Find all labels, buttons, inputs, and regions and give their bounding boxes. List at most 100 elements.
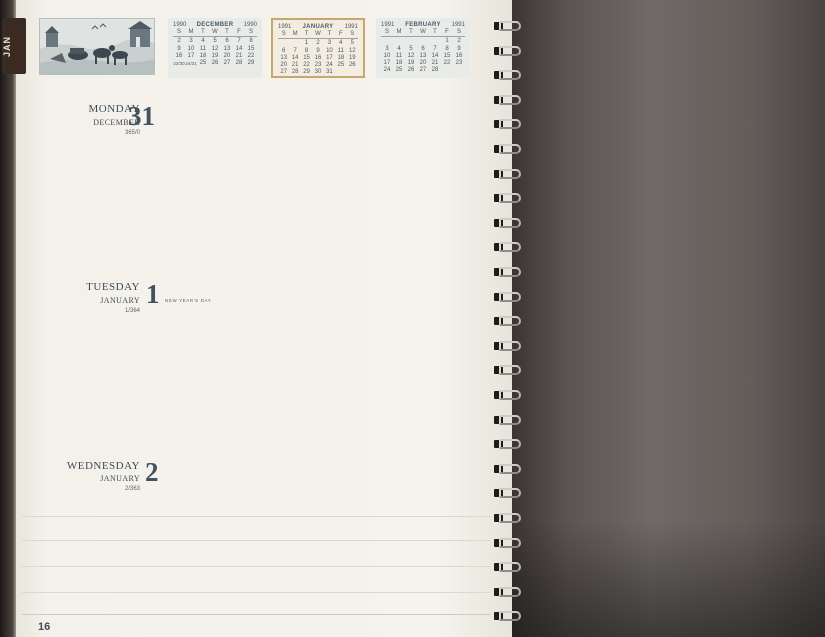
calendar-week-row: 3 4 5 6 7 8 9 — [381, 46, 465, 53]
mini-calendar-year: 1991 — [381, 22, 395, 28]
spiral-coil — [494, 438, 522, 450]
calendar-date: 28 — [291, 69, 299, 76]
day-month: JANUARY — [100, 474, 140, 483]
mini-calendar-month: DECEMBER — [196, 22, 234, 28]
calendar-date: 10 — [326, 47, 333, 54]
calendar-date — [441, 67, 453, 74]
calendar-date: 15 — [303, 54, 310, 61]
calendar-date: 27 — [280, 69, 288, 76]
spiral-coil — [494, 241, 522, 253]
calendar-week-row: 27 28 29 30 31 — [278, 69, 358, 76]
calendar-week-row: 16 17 18 19 20 21 22 — [173, 53, 257, 60]
spiral-coil — [494, 610, 522, 622]
calendar-week-row: 6 7 8 9 10 11 12 — [278, 48, 358, 55]
mini-calendar-grid: 2 3 4 5 6 7 8 9 10 11 12 13 14 15 16 17 18 19 20 21 22 23/30 2… — [173, 38, 257, 67]
calendar-date: 27 — [419, 67, 427, 74]
day-weekday: WEDNESDAY — [66, 460, 140, 472]
spiral-coil — [494, 118, 522, 130]
calendar-date: 25 — [395, 67, 403, 74]
weekday-letter: F — [237, 29, 241, 35]
calendar-date: 25 — [199, 60, 207, 67]
calendar-date: 6 — [225, 38, 229, 45]
calendar-date: 21 — [235, 52, 243, 59]
mini-calendar-weekdays: SMTWTFS — [278, 31, 358, 40]
calendar-date: 30 — [314, 69, 322, 76]
calendar-date: 12 — [211, 45, 219, 52]
calendar-date: 13 — [419, 52, 427, 59]
calendar-date: 19 — [348, 54, 356, 61]
calendar-date: 24 — [326, 62, 333, 69]
weekday-letter: S — [384, 29, 389, 35]
calendar-date: 20 — [419, 60, 427, 67]
spiral-coil — [494, 291, 522, 303]
mini-calendar-grid: 1 2 3 4 5 6 7 8 9 10 11 12 13 14 15 16 17 18 19 20 21 22 23 24 2… — [278, 40, 358, 76]
mini-calendar-year: 1991 — [344, 24, 358, 30]
weekday-letter: W — [420, 29, 426, 35]
calendar-date: 23 — [314, 62, 322, 69]
mini-calendar-year: 1991 — [278, 24, 292, 30]
calendar-date: 13 — [223, 45, 231, 52]
calendar-date: 20 — [223, 52, 231, 59]
page-footer-line — [22, 614, 490, 615]
calendar-date: 14 — [291, 54, 299, 61]
calendar-date: 26 — [407, 67, 415, 74]
calendar-date: 18 — [199, 52, 207, 59]
calendar-week-row: 13 14 15 16 17 18 19 — [278, 55, 358, 62]
spiral-coil — [494, 45, 522, 57]
calendar-date: 3 — [327, 40, 332, 47]
spiral-coil — [494, 364, 522, 376]
calendar-date: 22 — [303, 62, 310, 69]
day-number: 2 — [145, 457, 159, 487]
calendar-date: 26 — [211, 60, 219, 67]
calendar-date: 17 — [383, 60, 391, 67]
calendar-week-row: 20 21 22 23 24 25 26 — [278, 62, 358, 69]
weekday-letter: F — [445, 29, 449, 35]
calendar-date: 22 — [247, 52, 255, 59]
calendar-date: 16 — [455, 52, 463, 59]
calendar-date: 24 — [383, 67, 391, 74]
spiral-coil — [494, 487, 522, 499]
planner-page — [16, 0, 516, 637]
calendar-date — [278, 40, 289, 47]
calendar-date: 5 — [213, 38, 217, 45]
calendar-date: 15 — [443, 52, 451, 59]
calendar-date: 2 — [177, 38, 181, 45]
weekday-letter: F — [339, 31, 343, 37]
weekday-letter: M — [188, 29, 194, 35]
calendar-date: 10 — [383, 52, 391, 59]
calendar-date: 7 — [237, 38, 241, 45]
writing-line — [22, 540, 490, 541]
calendar-date: 4 — [397, 45, 401, 52]
weekday-letter: S — [281, 31, 286, 37]
calendar-date: 9 — [316, 47, 320, 54]
calendar-date: 15 — [247, 45, 255, 52]
mini-calendar-month: FEBRUARY — [405, 22, 441, 28]
mini-calendar-january: 1991 JANUARY 1991 SMTWTFS 1 2 3 4 5 6 7 8 9 10 11 1… — [271, 18, 365, 78]
month-tab[interactable]: JAN — [2, 18, 26, 74]
weekday-letter: S — [248, 29, 253, 35]
calendar-date — [289, 40, 300, 47]
calendar-date: 5 — [409, 45, 413, 52]
mini-calendar-year: 1991 — [451, 22, 465, 28]
calendar-week-row: 24 25 26 27 28 — [381, 67, 465, 74]
calendar-week-row: 12 — [381, 38, 465, 45]
calendar-date: 16 — [175, 52, 183, 59]
weekday-letter: M — [292, 31, 298, 37]
spiral-coil — [494, 389, 522, 401]
calendar-date — [381, 38, 393, 45]
calendar-date: 11 — [337, 47, 344, 54]
spiral-coil — [494, 315, 522, 327]
calendar-date: 7 — [293, 47, 297, 54]
weekday-letter: S — [176, 29, 181, 35]
winter-sleigh-illustration — [39, 18, 155, 75]
calendar-week-row: 2 3 4 5 6 7 8 — [173, 38, 257, 45]
calendar-week-row: 10 11 12 13 14 15 16 — [381, 53, 465, 60]
notebook-cover — [512, 0, 825, 637]
mini-calendar-february: 1991 FEBRUARY 1991 SMTWTFS 1 2 3 4 5 6 7 8 9 10 11… — [376, 18, 470, 78]
calendar-date: 8 — [304, 47, 309, 54]
calendar-date: 8 — [445, 45, 449, 52]
calendar-week-row: 12345 — [278, 40, 358, 47]
calendar-date — [347, 69, 358, 76]
mini-calendar-grid: 1 2 3 4 5 6 7 8 9 10 11 12 13 14 15 16 17 18 19 20 21 22 23 24 2… — [381, 38, 465, 74]
calendar-date: 28 — [431, 67, 439, 74]
